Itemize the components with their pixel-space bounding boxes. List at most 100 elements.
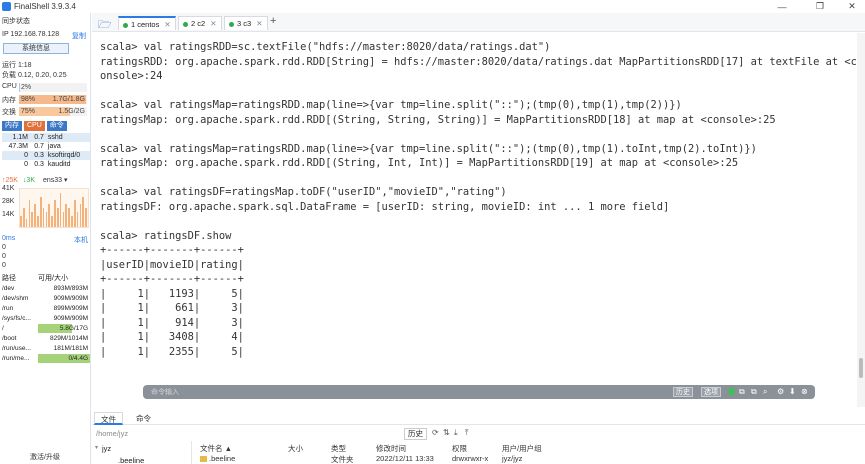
disk-path: /dev — [2, 285, 15, 292]
process-cmd: ksoftirqd/0 — [47, 152, 81, 159]
disk-usage-bar: 909M/909M — [38, 294, 90, 303]
scrollbar-thumb[interactable] — [859, 358, 863, 378]
swap-percent: 75% — [21, 108, 36, 115]
disk-row[interactable]: / 5.8G/17G — [2, 324, 90, 333]
file-table-header: 文件名 ▲ 大小 类型 修改时间 权限 用户/用户组 — [196, 443, 865, 453]
settings-icon[interactable]: ⇅ — [443, 428, 450, 437]
network-interface-select[interactable]: ens33 — [43, 177, 62, 184]
path-input[interactable]: /home/jyz — [94, 428, 424, 440]
download-icon[interactable]: ⬇ — [789, 387, 796, 396]
disk-row[interactable]: /boot 829M/1014M — [2, 334, 90, 343]
command-input[interactable]: 命令输入 — [151, 387, 179, 397]
disk-row[interactable]: /run/me... 0/4.4G — [2, 354, 90, 363]
close-tab-icon[interactable]: ✕ — [256, 19, 262, 28]
path-history-button[interactable]: 历史 — [404, 428, 427, 440]
disk-usage-bar: 0/4.4G — [38, 354, 90, 363]
tab-commands[interactable]: 命令 — [130, 412, 157, 425]
copy-icon[interactable]: ⧉ — [739, 387, 745, 397]
net-traffic-bar — [25, 219, 28, 227]
gear-icon[interactable]: ⚙ — [777, 387, 784, 396]
process-row[interactable]: 1.1M 0.7 sshd — [2, 133, 90, 142]
history-button[interactable]: 历史 — [673, 387, 693, 397]
process-mem: 47.3M — [8, 143, 28, 150]
net-traffic-bar — [42, 208, 45, 227]
disk-path: /run/use... — [2, 345, 31, 352]
net-traffic-bar — [39, 196, 42, 227]
terminal-text: scala> val ratingsRDD=sc.textFile("hdfs:… — [100, 41, 856, 358]
terminal-scrollbar[interactable] — [857, 33, 865, 407]
disk-row[interactable]: /dev 893M/893M — [2, 284, 90, 293]
swap-value: 1.5G/2G — [58, 108, 85, 115]
activate-upgrade-link[interactable]: 激活/升级 — [30, 452, 60, 462]
connected-status-icon — [229, 21, 234, 27]
disk-row[interactable]: /run/use... 181M/181M — [2, 344, 90, 353]
paste-icon[interactable]: ⧉ — [751, 387, 757, 397]
send-status-icon[interactable] — [728, 388, 735, 395]
col-owner[interactable]: 用户/用户组 — [502, 443, 542, 454]
disk-row[interactable]: /sys/fs/c... 909M/909M — [2, 314, 90, 323]
file-mtime: 2022/12/11 13:33 — [376, 454, 434, 463]
connected-status-icon — [123, 22, 128, 28]
add-tab-icon[interactable]: + — [270, 15, 276, 27]
disk-row[interactable]: /dev/shm 909M/909M — [2, 294, 90, 303]
system-monitor-panel: 同步状态 IP 192.168.78.128 复制 系统信息 运行 1:18 负… — [0, 13, 91, 464]
disk-usage-value: 909M/909M — [53, 295, 88, 302]
file-row[interactable]: .beeline 文件夹 2022/12/11 13:33 drwxrwxr-x… — [196, 454, 865, 464]
chevron-down-icon[interactable]: ▾ — [64, 177, 68, 184]
copy-ip-button[interactable]: 复制 — [72, 31, 86, 41]
download-icon[interactable]: ⤓ — [454, 428, 458, 438]
close-button[interactable]: ✕ — [838, 0, 865, 13]
net-traffic-bar — [71, 215, 73, 227]
options-button[interactable]: 选项 — [701, 387, 721, 397]
memory-label: 内存 — [2, 97, 16, 104]
command-input-bar[interactable]: 命令输入 历史 选项 ⧉ ⧉ ⌕ ⚙ ⬇ ⊗ — [143, 385, 815, 399]
col-type[interactable]: 类型 — [331, 443, 346, 454]
tab-c3[interactable]: 3 c3 ✕ — [224, 16, 268, 30]
col-size[interactable]: 大小 — [288, 443, 303, 454]
process-row[interactable]: 0 0.3 ksoftirqd/0 — [2, 151, 90, 160]
disk-usage-bar: 909M/909M — [38, 314, 90, 323]
refresh-icon[interactable]: ⟳ — [432, 428, 439, 437]
terminal-output[interactable]: scala> val ratingsRDD=sc.textFile("hdfs:… — [93, 33, 856, 407]
tab-centos[interactable]: 1 centos ✕ — [118, 16, 176, 30]
tree-item-root[interactable]: jyz — [102, 444, 111, 453]
latency-ms: 0ms — [2, 235, 16, 242]
col-mtime[interactable]: 修改时间 — [376, 443, 406, 454]
disk-row[interactable]: /run 899M/909M — [2, 304, 90, 313]
sort-by-memory-tab[interactable]: 内存 — [2, 121, 22, 131]
search-icon[interactable]: ⌕ — [763, 387, 767, 397]
disk-path: /run/me... — [2, 355, 30, 362]
col-permission[interactable]: 权限 — [452, 443, 467, 454]
tab-files[interactable]: 文件 — [94, 412, 123, 425]
process-row[interactable]: 47.3M 0.7 java — [2, 142, 90, 151]
net-traffic-bar — [34, 204, 36, 227]
sort-by-cpu-tab[interactable]: CPU — [24, 121, 45, 131]
file-type: 文件夹 — [331, 455, 354, 464]
net-traffic-bar — [59, 192, 62, 227]
collapse-icon[interactable]: ▾ — [95, 444, 98, 451]
tree-item-beeline[interactable]: .beeline — [118, 456, 144, 464]
tab-c2[interactable]: 2 c2 ✕ — [178, 16, 222, 30]
upload-icon[interactable]: ⤒ — [465, 428, 469, 438]
net-traffic-bar — [73, 200, 76, 227]
close-tab-icon[interactable]: ✕ — [164, 20, 170, 29]
close-tab-icon[interactable]: ✕ — [210, 19, 216, 28]
net-traffic-bar — [48, 204, 51, 227]
disk-usage-bar: 893M/893M — [38, 284, 90, 293]
disk-usage-value: 899M/909M — [53, 305, 88, 312]
process-row[interactable]: 0 0.3 kauditd — [2, 160, 90, 169]
net-traffic-bar — [76, 211, 79, 227]
latency-host: 本机 — [74, 237, 88, 244]
net-traffic-bar — [65, 204, 68, 227]
disk-usage-value: 5.8G/17G — [59, 325, 88, 332]
maximize-button[interactable]: ❐ — [806, 0, 834, 13]
connected-status-icon — [183, 21, 188, 27]
sort-by-command-tab[interactable]: 命令 — [46, 121, 67, 131]
minimize-button[interactable]: — — [768, 0, 796, 13]
col-filename[interactable]: 文件名 ▲ — [200, 443, 232, 454]
disk-size-header: 可用/大小 — [38, 275, 68, 282]
net-traffic-bar — [62, 211, 65, 227]
close-icon[interactable]: ⊗ — [801, 387, 808, 396]
system-info-button[interactable]: 系统信息 — [3, 43, 69, 54]
process-mem: 0 — [24, 161, 28, 168]
